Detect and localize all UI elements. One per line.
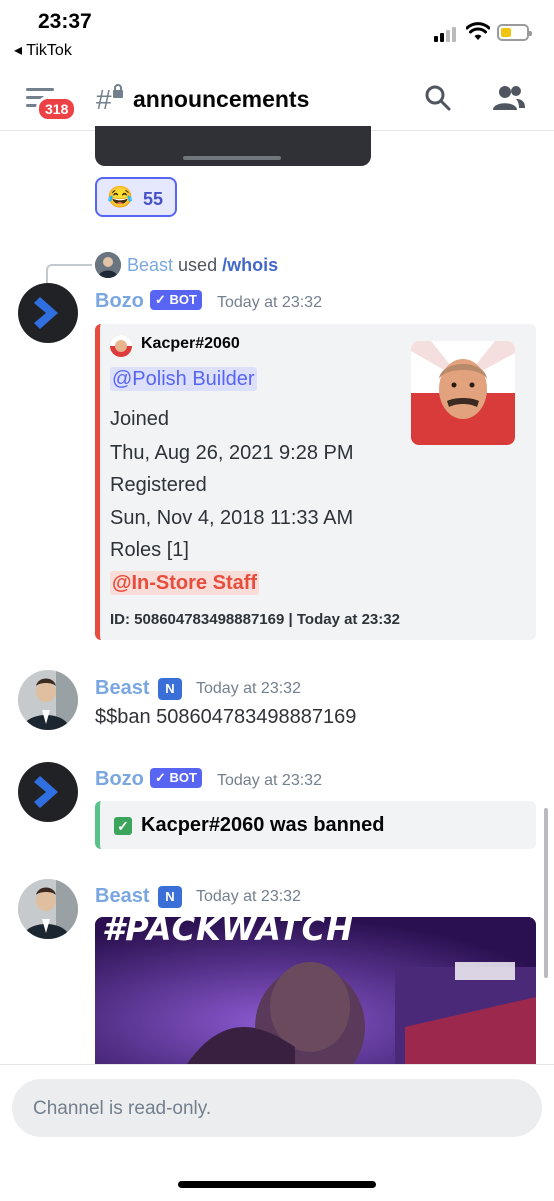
- hash-icon: #: [96, 84, 112, 115]
- reaction-button[interactable]: 😂 55: [95, 177, 177, 217]
- wifi-icon: [466, 22, 490, 40]
- joined-value: Thu, Aug 26, 2021 9:28 PM: [110, 442, 354, 464]
- message-timestamp: Today at 23:32: [196, 888, 301, 905]
- nitro-tag: N: [158, 678, 182, 700]
- message-author[interactable]: Beast: [95, 677, 149, 700]
- bot-tag: ✓ BOT: [150, 290, 202, 310]
- previous-media-embed[interactable]: [95, 126, 371, 166]
- home-indicator[interactable]: [178, 1181, 376, 1188]
- embed-footer: ID: 508604783498887169 | Today at 23:32: [110, 611, 400, 628]
- status-time: 23:37: [38, 10, 92, 33]
- user-mention[interactable]: @Polish Builder: [110, 367, 257, 391]
- bot-avatar[interactable]: [18, 283, 78, 343]
- cellular-signal-icon: [434, 26, 456, 42]
- gif-caption: #PACKWATCH: [102, 910, 354, 948]
- bot-avatar[interactable]: [18, 762, 78, 822]
- message-timestamp: Today at 23:32: [217, 772, 322, 789]
- user-avatar[interactable]: [18, 879, 78, 939]
- joined-label: Joined: [110, 408, 169, 430]
- embed-author[interactable]: Kacper#2060: [141, 335, 240, 353]
- members-icon[interactable]: [492, 84, 526, 112]
- message-author[interactable]: Beast: [95, 885, 149, 908]
- reaction-count: 55: [143, 189, 164, 209]
- embed-author-avatar: [110, 335, 132, 357]
- reply-username[interactable]: Beast: [127, 255, 173, 275]
- registered-value: Sun, Nov 4, 2018 11:33 AM: [110, 507, 354, 529]
- bot-tag: ✓ BOT: [150, 768, 202, 788]
- message-timestamp: Today at 23:32: [196, 680, 301, 697]
- search-icon[interactable]: [424, 84, 452, 112]
- reply-verb: used: [178, 255, 218, 275]
- message-timestamp: Today at 23:32: [217, 294, 322, 311]
- role-mention[interactable]: @In-Store Staff: [110, 571, 260, 595]
- lock-icon: [113, 84, 123, 98]
- message-text: $$ban 508604783498887169: [95, 706, 357, 728]
- reply-connector: [46, 264, 92, 284]
- nitro-tag: N: [158, 886, 182, 908]
- reply-command[interactable]: /whois: [222, 255, 278, 275]
- message-author[interactable]: Bozo: [95, 290, 144, 313]
- message-author[interactable]: Bozo: [95, 768, 144, 791]
- roles-label: Roles [1]: [110, 539, 189, 561]
- reply-reference[interactable]: Beast used /whois: [127, 255, 278, 276]
- mention-polish-builder[interactable]: @Polish Builder: [110, 367, 257, 391]
- embed-thumbnail[interactable]: [411, 341, 515, 445]
- registered-label: Registered: [110, 474, 207, 496]
- channel-title: announcements: [133, 86, 310, 112]
- back-to-app-link[interactable]: ◂ TikTok: [14, 40, 72, 60]
- read-only-placeholder: Channel is read-only.: [33, 1098, 212, 1119]
- scrollbar[interactable]: [544, 808, 548, 978]
- role-in-store-staff[interactable]: @In-Store Staff: [110, 571, 260, 595]
- reply-avatar[interactable]: [95, 252, 121, 278]
- ban-confirmation: Kacper#2060 was banned: [141, 814, 385, 836]
- laughing-emoji-icon: 😂: [107, 186, 134, 209]
- user-avatar[interactable]: [18, 670, 78, 730]
- check-icon: ✓: [114, 817, 132, 835]
- unread-badge: 318: [36, 96, 78, 122]
- battery-icon: [497, 24, 532, 41]
